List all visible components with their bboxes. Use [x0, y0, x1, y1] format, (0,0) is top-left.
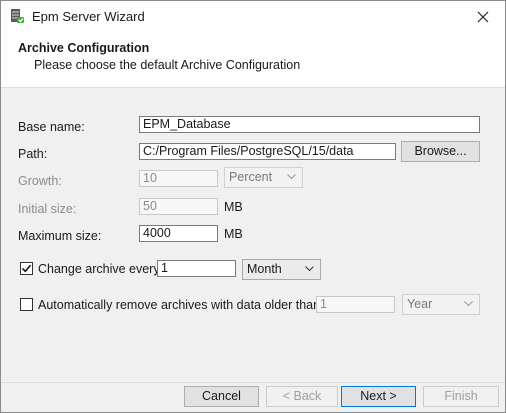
change-archive-interval-input[interactable]: 1: [157, 260, 236, 277]
growth-input[interactable]: 10: [139, 170, 218, 187]
maximum-size-unit: MB: [224, 227, 243, 241]
growth-unit-value: Percent: [229, 170, 273, 184]
growth-unit-select[interactable]: Percent: [224, 167, 303, 188]
change-archive-checkbox[interactable]: [20, 262, 33, 275]
title-bar: Epm Server Wizard: [1, 1, 505, 32]
change-archive-unit-select[interactable]: Month: [242, 259, 321, 280]
path-label: Path:: [18, 147, 48, 161]
growth-label: Growth:: [18, 174, 62, 188]
chevron-down-icon: [287, 174, 296, 180]
page-subtitle: Please choose the default Archive Config…: [34, 58, 301, 72]
close-button[interactable]: [461, 1, 505, 32]
back-button[interactable]: < Back: [266, 386, 338, 407]
auto-remove-age-input[interactable]: 1: [316, 296, 395, 313]
change-archive-label[interactable]: Change archive every: [38, 262, 160, 276]
wizard-window: Epm Server Wizard Archive Configuration …: [0, 0, 506, 413]
browse-button[interactable]: Browse...: [401, 141, 480, 162]
change-archive-unit-value: Month: [247, 262, 282, 276]
window-title: Epm Server Wizard: [32, 9, 145, 24]
server-icon: [11, 9, 24, 23]
auto-remove-unit-select[interactable]: Year: [402, 294, 480, 315]
auto-remove-unit-value: Year: [407, 297, 433, 311]
next-button[interactable]: Next >: [341, 386, 416, 407]
wizard-header: Archive Configuration Please choose the …: [1, 32, 505, 88]
page-title: Archive Configuration: [18, 41, 150, 55]
maximum-size-label: Maximum size:: [18, 229, 102, 243]
base-name-input[interactable]: EPM_Database: [139, 116, 480, 133]
auto-remove-checkbox[interactable]: [20, 298, 33, 311]
chevron-down-icon: [464, 301, 473, 307]
initial-size-input[interactable]: 50: [139, 198, 218, 215]
cancel-button[interactable]: Cancel: [184, 386, 259, 407]
close-icon: [477, 11, 489, 22]
footer-divider: [1, 382, 505, 383]
initial-size-label: Initial size:: [18, 202, 77, 216]
auto-remove-label[interactable]: Automatically remove archives with data …: [38, 298, 320, 312]
base-name-label: Base name:: [18, 120, 85, 134]
checkmark-icon: [21, 264, 32, 273]
initial-size-unit: MB: [224, 200, 243, 214]
finish-button[interactable]: Finish: [423, 386, 499, 407]
path-input[interactable]: C:/Program Files/PostgreSQL/15/data: [139, 143, 396, 160]
maximum-size-input[interactable]: 4000: [139, 225, 218, 242]
chevron-down-icon: [305, 266, 314, 272]
